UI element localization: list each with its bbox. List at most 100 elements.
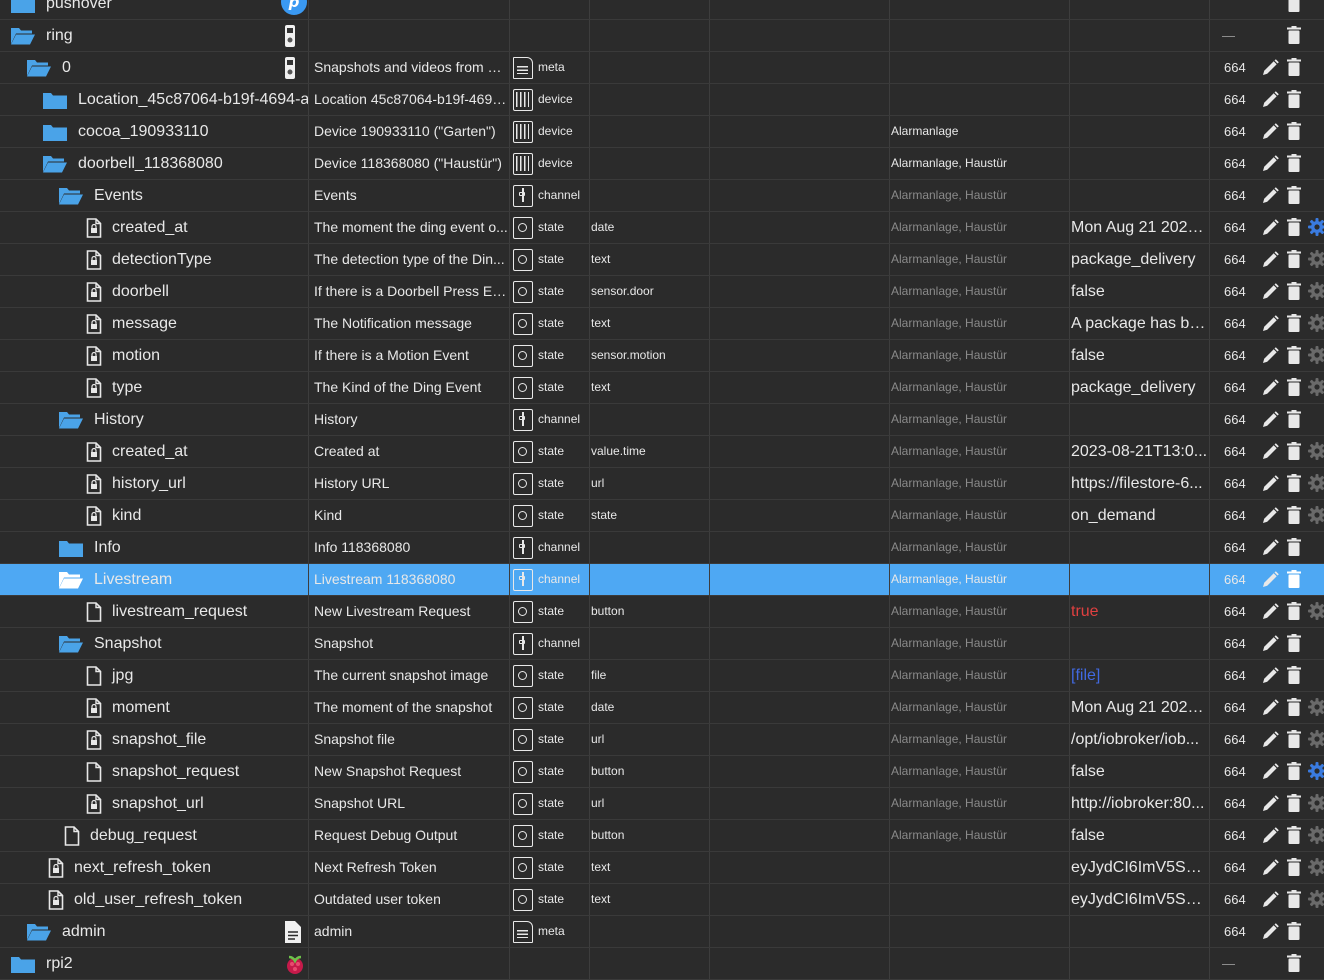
edit-pencil-icon[interactable] — [1260, 890, 1280, 910]
edit-pencil-icon[interactable] — [1260, 186, 1280, 206]
tree-row-events[interactable]: Events Events channel Alarmanlage, Haustür 6… — [0, 180, 1324, 212]
tree-row-doorbell[interactable]: doorbell If there is a Doorbell Press Ev.… — [0, 276, 1324, 308]
settings-gear-icon[interactable] — [1308, 282, 1324, 300]
value-cell[interactable]: http://iobroker:80... — [1070, 788, 1210, 819]
value-cell[interactable]: eyJydCI6ImV5Sm... — [1070, 852, 1210, 883]
edit-pencil-icon[interactable] — [1260, 218, 1280, 238]
folder-icon[interactable] — [10, 954, 36, 974]
value-cell[interactable] — [1070, 0, 1210, 19]
edit-pencil-icon[interactable] — [1260, 442, 1280, 462]
delete-trash-icon[interactable] — [1287, 602, 1301, 620]
tree-row-history[interactable]: History History channel Alarmanlage, Haustü… — [0, 404, 1324, 436]
tree-row-snapshot-file[interactable]: snapshot_file Snapshot file state url Alarma… — [0, 724, 1324, 756]
settings-gear-icon[interactable] — [1308, 250, 1324, 268]
delete-trash-icon[interactable] — [1287, 378, 1301, 396]
delete-trash-icon[interactable] — [1287, 314, 1301, 332]
value-cell[interactable] — [1070, 628, 1210, 659]
edit-pencil-icon[interactable] — [1260, 474, 1280, 494]
delete-trash-icon[interactable] — [1287, 442, 1301, 460]
value-cell[interactable] — [1070, 20, 1210, 51]
value-cell[interactable] — [1070, 180, 1210, 211]
delete-trash-icon[interactable] — [1287, 762, 1301, 780]
delete-trash-icon[interactable] — [1287, 474, 1301, 492]
value-cell[interactable]: false — [1070, 340, 1210, 371]
value-cell[interactable] — [1070, 148, 1210, 179]
settings-gear-icon[interactable] — [1308, 314, 1324, 332]
edit-pencil-icon[interactable] — [1260, 570, 1280, 590]
edit-pencil-icon[interactable] — [1260, 90, 1280, 110]
edit-pencil-icon[interactable] — [1260, 122, 1280, 142]
tree-row-location-45c87064-b19f-4694-a[interactable]: Location_45c87064-b19f-4694-a Location 45… — [0, 84, 1324, 116]
delete-trash-icon[interactable] — [1287, 186, 1301, 204]
edit-pencil-icon[interactable] — [1260, 346, 1280, 366]
value-cell[interactable]: A package has be... — [1070, 308, 1210, 339]
delete-trash-icon[interactable] — [1287, 218, 1301, 236]
folder-icon[interactable] — [10, 0, 36, 14]
value-cell[interactable] — [1070, 84, 1210, 115]
delete-trash-icon[interactable] — [1287, 570, 1301, 588]
value-cell[interactable]: Mon Aug 21 2023... — [1070, 692, 1210, 723]
delete-trash-icon[interactable] — [1287, 122, 1301, 140]
folder-open-icon[interactable] — [58, 634, 84, 654]
edit-pencil-icon[interactable] — [1260, 634, 1280, 654]
edit-pencil-icon[interactable] — [1260, 858, 1280, 878]
value-cell[interactable] — [1070, 564, 1210, 595]
folder-open-icon[interactable] — [26, 922, 52, 942]
edit-pencil-icon[interactable] — [1260, 58, 1280, 78]
folder-open-icon[interactable] — [26, 58, 52, 78]
delete-trash-icon[interactable] — [1287, 538, 1301, 556]
folder-open-icon[interactable] — [58, 570, 84, 590]
tree-row-snapshot[interactable]: Snapshot Snapshot channel Alarmanlage, Haus… — [0, 628, 1324, 660]
edit-pencil-icon[interactable] — [1260, 538, 1280, 558]
value-cell[interactable]: 2023-08-21T13:0... — [1070, 436, 1210, 467]
edit-pencil-icon[interactable] — [1260, 698, 1280, 718]
delete-trash-icon[interactable] — [1287, 346, 1301, 364]
settings-gear-icon[interactable] — [1308, 698, 1324, 716]
tree-row-snapshot-request[interactable]: snapshot_request New Snapshot Request stat… — [0, 756, 1324, 788]
tree-row-ring[interactable]: ring — — [0, 20, 1324, 52]
value-cell[interactable]: package_delivery — [1070, 372, 1210, 403]
tree-row-created-at[interactable]: created_at Created at state value.time Alarm… — [0, 436, 1324, 468]
value-cell[interactable]: eyJydCI6ImV5Sm... — [1070, 884, 1210, 915]
edit-pencil-icon[interactable] — [1260, 794, 1280, 814]
edit-pencil-icon[interactable] — [1260, 378, 1280, 398]
tree-row-debug-request[interactable]: debug_request Request Debug Output state bu… — [0, 820, 1324, 852]
value-cell[interactable]: [file] — [1070, 660, 1210, 691]
settings-gear-icon[interactable] — [1308, 730, 1324, 748]
edit-pencil-icon[interactable] — [1260, 410, 1280, 430]
delete-trash-icon[interactable] — [1287, 666, 1301, 684]
settings-gear-icon[interactable] — [1308, 890, 1324, 908]
tree-row-pushover[interactable]: pushover p — [0, 0, 1324, 20]
settings-gear-icon[interactable] — [1308, 442, 1324, 460]
tree-row-admin[interactable]: admin admin meta 664 — [0, 916, 1324, 948]
delete-trash-icon[interactable] — [1287, 90, 1301, 108]
settings-gear-icon[interactable] — [1308, 794, 1324, 812]
folder-open-icon[interactable] — [58, 410, 84, 430]
delete-trash-icon[interactable] — [1287, 250, 1301, 268]
tree-row-cocoa-190933110[interactable]: cocoa_190933110 Device 190933110 ("Garten… — [0, 116, 1324, 148]
tree-row-jpg[interactable]: jpg The current snapshot image state file Al… — [0, 660, 1324, 692]
tree-row-detectiontype[interactable]: detectionType The detection type of the D… — [0, 244, 1324, 276]
delete-trash-icon[interactable] — [1287, 698, 1301, 716]
edit-pencil-icon[interactable] — [1260, 250, 1280, 270]
settings-gear-icon[interactable] — [1308, 506, 1324, 524]
delete-trash-icon[interactable] — [1287, 922, 1301, 940]
delete-trash-icon[interactable] — [1287, 890, 1301, 908]
edit-pencil-icon[interactable] — [1260, 762, 1280, 782]
settings-gear-icon[interactable] — [1308, 474, 1324, 492]
settings-gear-icon[interactable] — [1308, 378, 1324, 396]
delete-trash-icon[interactable] — [1287, 154, 1301, 172]
tree-row-next-refresh-token[interactable]: next_refresh_token Next Refresh Token stat… — [0, 852, 1324, 884]
delete-trash-icon[interactable] — [1287, 58, 1301, 76]
folder-open-icon[interactable] — [58, 186, 84, 206]
edit-pencil-icon[interactable] — [1260, 282, 1280, 302]
tree-row-rpi2[interactable]: rpi2 — — [0, 948, 1324, 980]
tree-row-history-url[interactable]: history_url History URL state url Alarmanlag… — [0, 468, 1324, 500]
value-cell[interactable] — [1070, 116, 1210, 147]
value-cell[interactable] — [1070, 916, 1210, 947]
tree-row-doorbell-118368080[interactable]: doorbell_118368080 Device 118368080 ("Hau… — [0, 148, 1324, 180]
value-cell[interactable] — [1070, 404, 1210, 435]
folder-open-icon[interactable] — [10, 26, 36, 46]
tree-row-info[interactable]: Info Info 118368080 channel Alarmanlage, Ha… — [0, 532, 1324, 564]
value-cell[interactable]: on_demand — [1070, 500, 1210, 531]
